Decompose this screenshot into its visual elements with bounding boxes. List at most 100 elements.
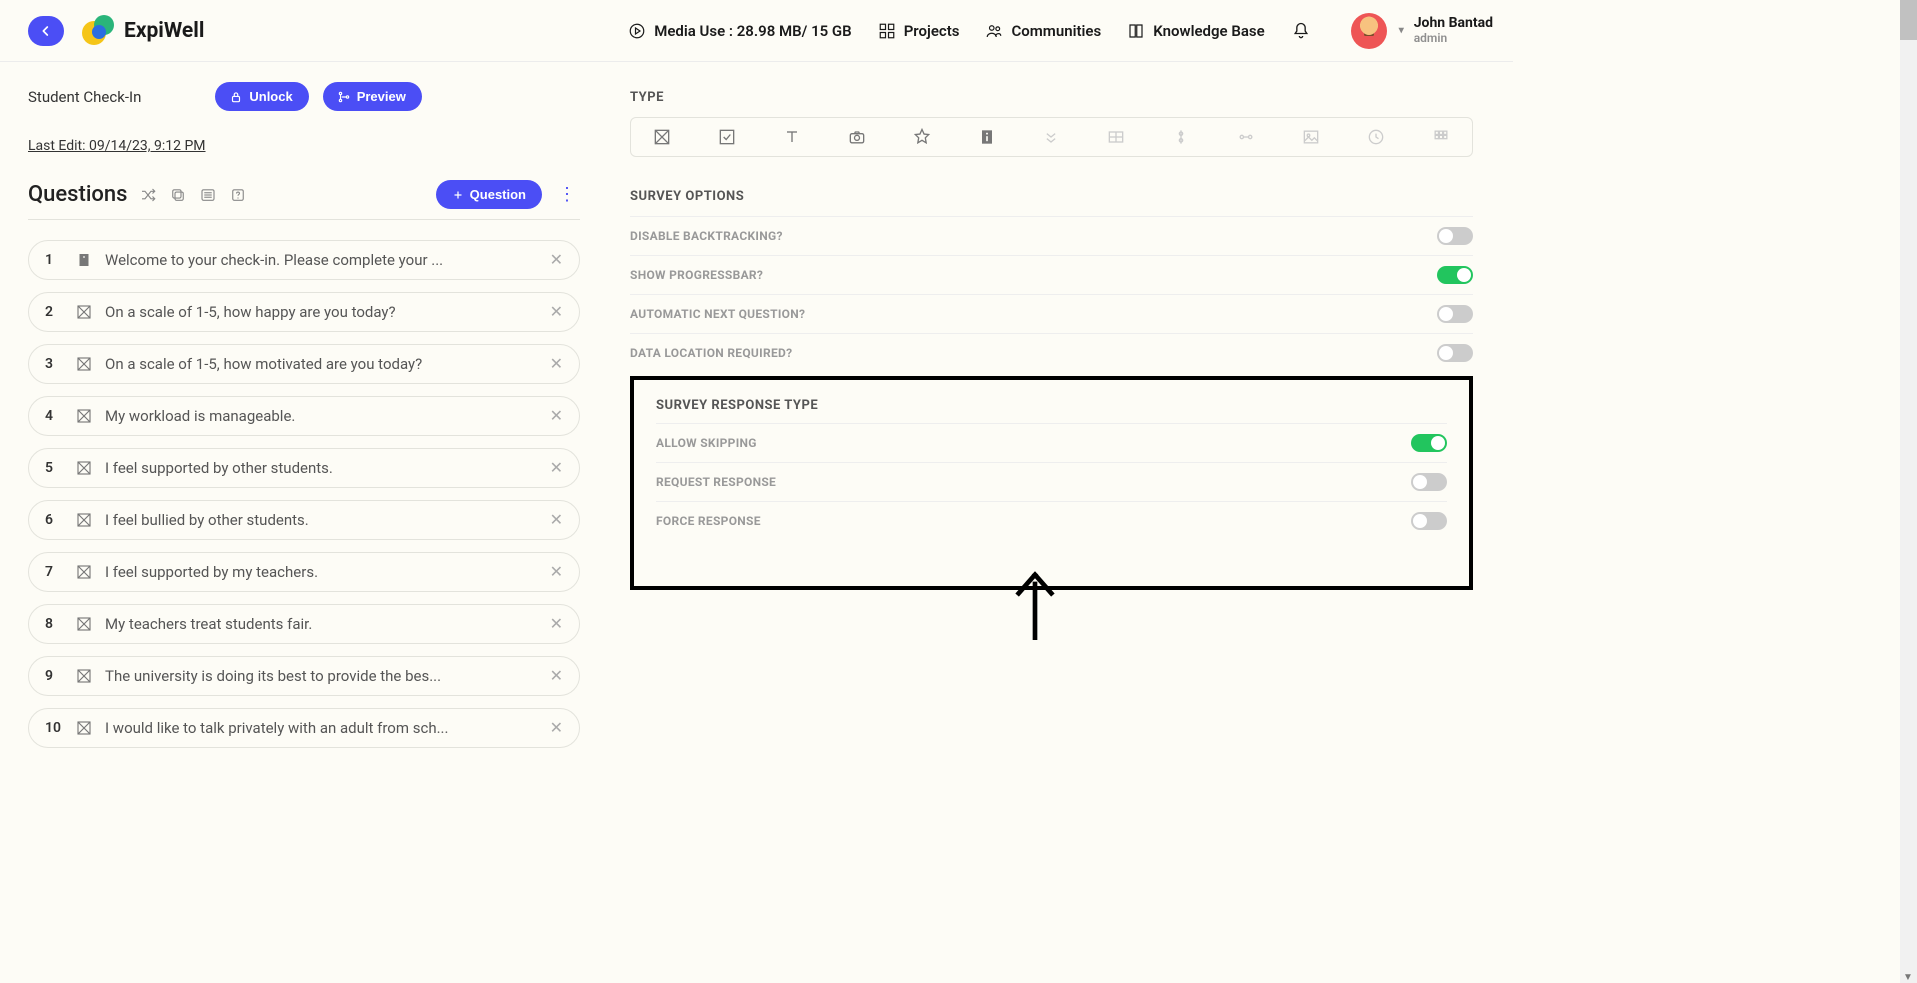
remove-question-button[interactable]: ✕	[550, 356, 563, 372]
toggle-allow-skipping[interactable]	[1411, 434, 1447, 452]
question-row[interactable]: 7I feel supported by my teachers.✕	[28, 552, 580, 592]
option-data-location: DATA LOCATION REQUIRED?	[630, 333, 1473, 372]
nav-communities-label: Communities	[1011, 22, 1101, 40]
nav-communities[interactable]: Communities	[985, 22, 1101, 40]
remove-question-button[interactable]: ✕	[550, 408, 563, 424]
remove-question-button[interactable]: ✕	[550, 252, 563, 268]
toggle-automatic-next[interactable]	[1437, 305, 1473, 323]
opt-label: REQUEST RESPONSE	[656, 475, 776, 489]
preview-button[interactable]: Preview	[323, 82, 422, 111]
remove-question-button[interactable]: ✕	[550, 512, 563, 528]
project-title: Student Check-In	[28, 88, 141, 106]
user-name: John Bantad	[1414, 16, 1493, 31]
opt-label: ALLOW SKIPPING	[656, 436, 757, 450]
question-row[interactable]: 9The university is doing its best to pro…	[28, 656, 580, 696]
opt-label: FORCE RESPONSE	[656, 514, 761, 528]
nav-media-use[interactable]: Media Use : 28.98 MB/ 15 GB	[628, 22, 851, 40]
remove-question-button[interactable]: ✕	[550, 564, 563, 580]
questions-header: Questions Question ⋮	[28, 180, 580, 220]
question-text: I would like to talk privately with an a…	[105, 719, 538, 737]
user-role: admin	[1414, 32, 1493, 45]
copy-icon[interactable]	[169, 186, 187, 204]
app-header: ExpiWell Media Use : 28.98 MB/ 15 GB Pro…	[0, 0, 1513, 62]
question-text: Welcome to your check-in. Please complet…	[105, 251, 538, 269]
users-icon	[985, 22, 1003, 40]
remove-question-button[interactable]: ✕	[550, 668, 563, 684]
radio-icon	[75, 719, 93, 737]
question-text: My teachers treat students fair.	[105, 615, 538, 633]
question-text: I feel supported by other students.	[105, 459, 538, 477]
type-radio-icon[interactable]	[651, 126, 673, 148]
radio-icon	[75, 459, 93, 477]
type-dropdown-icon[interactable]	[1040, 126, 1062, 148]
toggle-show-progressbar[interactable]	[1437, 266, 1473, 284]
avatar-icon	[1351, 13, 1387, 49]
last-edit-link[interactable]: Last Edit: 09/14/23, 9:12 PM	[28, 138, 206, 154]
media-use-text: Media Use : 28.98 MB/ 15 GB	[654, 22, 851, 40]
toggle-disable-backtracking[interactable]	[1437, 227, 1473, 245]
type-image-icon[interactable]	[1300, 126, 1322, 148]
type-time-icon[interactable]	[1365, 126, 1387, 148]
type-slider-icon[interactable]	[1170, 126, 1192, 148]
questions-heading: Questions	[28, 182, 127, 207]
shuffle-icon[interactable]	[139, 186, 157, 204]
type-table-icon[interactable]	[1105, 126, 1127, 148]
nav-knowledge-base[interactable]: Knowledge Base	[1127, 22, 1264, 40]
more-menu-button[interactable]: ⋮	[554, 184, 580, 205]
question-row[interactable]: 5I feel supported by other students.✕	[28, 448, 580, 488]
play-circle-icon	[628, 22, 646, 40]
question-row[interactable]: 4My workload is manageable.✕	[28, 396, 580, 436]
nav-kb-label: Knowledge Base	[1153, 22, 1264, 40]
question-row[interactable]: 10I would like to talk privately with an…	[28, 708, 580, 748]
toggle-data-location[interactable]	[1437, 344, 1473, 362]
type-grid-icon[interactable]	[1430, 126, 1452, 148]
survey-options-label: SURVEY OPTIONS	[630, 189, 1473, 204]
question-text: On a scale of 1-5, how happy are you tod…	[105, 303, 538, 321]
unlock-button[interactable]: Unlock	[215, 82, 308, 111]
type-info-icon[interactable]	[976, 126, 998, 148]
type-checkbox-icon[interactable]	[716, 126, 738, 148]
lock-icon	[229, 90, 243, 104]
logo-mark-icon	[82, 15, 114, 47]
remove-question-button[interactable]: ✕	[550, 460, 563, 476]
nav-projects[interactable]: Projects	[878, 22, 960, 40]
scrollbar[interactable]: ▲ ▼	[1900, 0, 1917, 983]
add-question-button[interactable]: Question	[436, 180, 542, 209]
scroll-thumb[interactable]	[1900, 0, 1917, 40]
remove-question-button[interactable]: ✕	[550, 720, 563, 736]
user-menu[interactable]: ▾ John Bantad admin	[1351, 13, 1493, 49]
question-type-toolbar	[630, 117, 1473, 157]
remove-question-button[interactable]: ✕	[550, 616, 563, 632]
top-nav: Media Use : 28.98 MB/ 15 GB Projects Com…	[628, 13, 1493, 49]
back-button[interactable]	[28, 16, 64, 46]
question-row[interactable]: 8 My teachers treat students fair. ✕	[28, 604, 580, 644]
brand-logo[interactable]: ExpiWell	[82, 15, 204, 47]
help-box-icon[interactable]	[229, 186, 247, 204]
option-show-progressbar: SHOW PROGRESSBAR?	[630, 255, 1473, 294]
type-camera-icon[interactable]	[846, 126, 868, 148]
question-row[interactable]: 1Welcome to your check-in. Please comple…	[28, 240, 580, 280]
user-meta: John Bantad admin	[1414, 16, 1493, 45]
opt-label: SHOW PROGRESSBAR?	[630, 268, 763, 282]
toggle-request-response[interactable]	[1411, 473, 1447, 491]
plus-icon	[452, 189, 464, 201]
question-row[interactable]: 6I feel bullied by other students.✕	[28, 500, 580, 540]
radio-icon	[75, 407, 93, 425]
remove-question-button[interactable]: ✕	[550, 304, 563, 320]
notifications-button[interactable]	[1291, 21, 1311, 41]
question-row[interactable]: 3On a scale of 1-5, how motivated are yo…	[28, 344, 580, 384]
question-number: 8	[45, 616, 63, 632]
grid-icon	[878, 22, 896, 40]
question-text: The university is doing its best to prov…	[105, 667, 538, 685]
radio-icon	[75, 355, 93, 373]
type-link-icon[interactable]	[1235, 126, 1257, 148]
type-star-icon[interactable]	[911, 126, 933, 148]
question-text: On a scale of 1-5, how motivated are you…	[105, 355, 538, 373]
list-icon[interactable]	[199, 186, 217, 204]
question-row[interactable]: 2On a scale of 1-5, how happy are you to…	[28, 292, 580, 332]
survey-response-type-box: SURVEY RESPONSE TYPE ALLOW SKIPPING REQU…	[630, 376, 1473, 590]
radio-icon	[75, 303, 93, 321]
scroll-down-icon[interactable]: ▼	[1903, 972, 1913, 983]
type-text-icon[interactable]	[781, 126, 803, 148]
toggle-force-response[interactable]	[1411, 512, 1447, 530]
